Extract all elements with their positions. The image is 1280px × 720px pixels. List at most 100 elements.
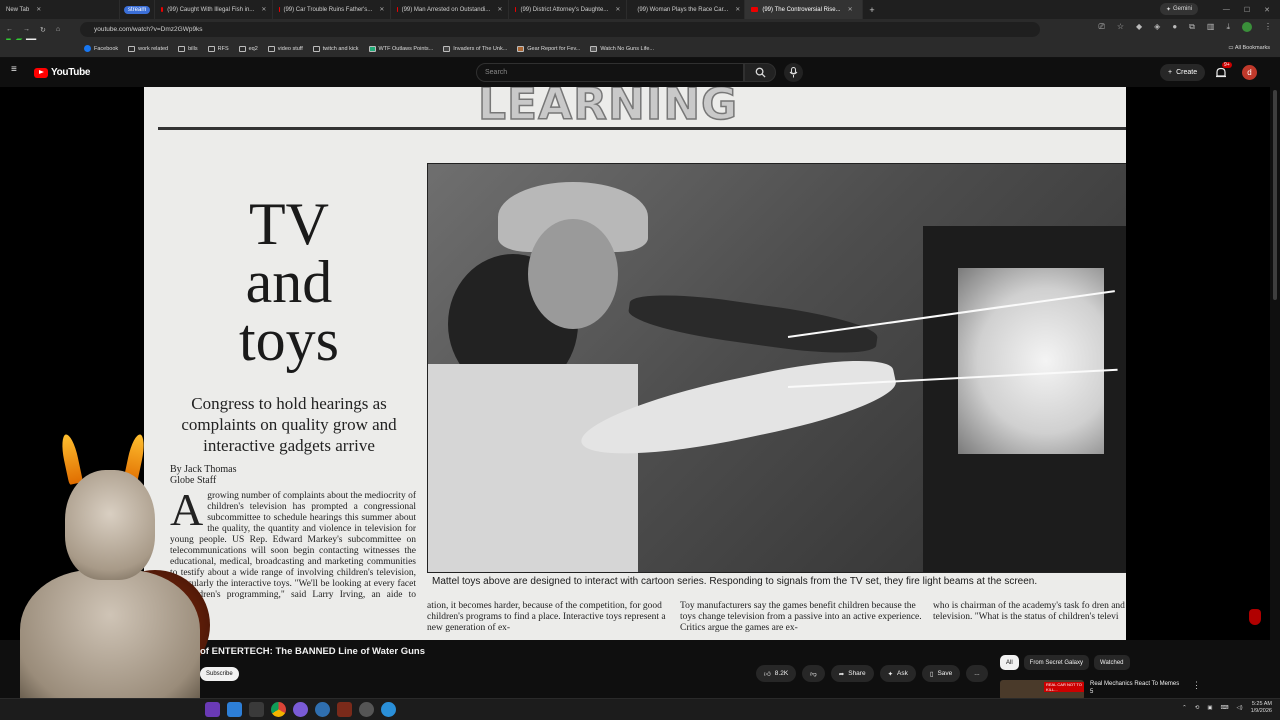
chip-label: All: [1006, 659, 1013, 666]
close-icon[interactable]: ✕: [615, 6, 620, 13]
tab-race-car[interactable]: (99) Woman Plays the Race Car... ✕: [627, 0, 746, 19]
bookmark-video-stuff[interactable]: video stuff: [267, 45, 303, 52]
download-icon[interactable]: ⤓: [1226, 22, 1230, 34]
tab-car-trouble[interactable]: (99) Car Trouble Ruins Father's... ✕: [273, 0, 392, 19]
bookmark-rfs[interactable]: RFS: [207, 45, 229, 52]
bookmark-bills[interactable]: bills: [178, 45, 198, 52]
bookmark-work-related[interactable]: work related: [128, 45, 168, 52]
settings-icon[interactable]: [359, 702, 374, 717]
search-button[interactable]: [744, 63, 776, 82]
voice-search-button[interactable]: [784, 63, 803, 82]
tab-stream[interactable]: stream: [120, 0, 156, 19]
bookmark-twitch-kick[interactable]: twitch and kick: [312, 45, 359, 52]
app-icon[interactable]: [227, 702, 242, 717]
extension-icon[interactable]: ◈: [1154, 22, 1160, 34]
close-icon[interactable]: ✕: [379, 6, 384, 13]
ask-button[interactable]: ✦ Ask: [879, 665, 916, 682]
chip-from-secret-galaxy[interactable]: From Secret Galaxy: [1023, 655, 1090, 670]
youtube-logo[interactable]: YouTube: [34, 67, 91, 78]
bookmark-label: Invaders of The Unk...: [453, 45, 508, 52]
page-scrollbar[interactable]: [1273, 90, 1277, 300]
recommended-title[interactable]: Real Mechanics React To Memes 5: [1090, 680, 1180, 700]
close-icon[interactable]: ✕: [735, 6, 740, 13]
extension-icon[interactable]: ●: [1172, 22, 1177, 34]
app-icon[interactable]: [381, 702, 396, 717]
folder-icon: [207, 45, 215, 52]
close-icon[interactable]: ✕: [261, 6, 266, 13]
bookmark-gear-report[interactable]: Gear Report for Fev...: [517, 45, 581, 52]
bookmark-invaders[interactable]: Invaders of The Unk...: [443, 45, 508, 52]
thumbnail-text: REAL CAR NOT TO KILL...: [1044, 682, 1084, 692]
chip-watched[interactable]: Watched: [1094, 655, 1130, 670]
menu-icon[interactable]: ⋮: [1264, 22, 1272, 34]
notification-badge: 9+: [1222, 62, 1232, 68]
create-button[interactable]: + Create: [1160, 64, 1206, 81]
tab-label: (99) Man Arrested on Outstandi...: [401, 6, 491, 13]
dislike-button[interactable]: 👎︎: [802, 665, 825, 682]
extension-icon[interactable]: ◆: [1136, 22, 1142, 34]
hamburger-menu-icon[interactable]: ≡: [11, 65, 21, 75]
app-icon[interactable]: ▣: [1207, 705, 1212, 711]
tab-controversial-rise[interactable]: (99) The Controversial Rise... ✕: [745, 0, 864, 19]
app-icon[interactable]: [315, 702, 330, 717]
star-icon[interactable]: ☆: [1117, 22, 1124, 34]
site-icon: [517, 45, 525, 52]
bookmark-eq2[interactable]: eq2: [238, 45, 258, 52]
chevron-up-icon[interactable]: ⌃: [1182, 705, 1187, 711]
tab-district-attorney[interactable]: (99) District Attorney's Daughte... ✕: [509, 0, 628, 19]
volume-icon[interactable]: ◁): [1237, 705, 1243, 711]
bookmark-no-guns-life[interactable]: Watch No Guns Life...: [590, 45, 654, 52]
bookmark-label: Gear Report for Fev...: [527, 45, 581, 52]
url-field[interactable]: youtube.com/watch?v=Dmz2GWp9ks: [80, 22, 1040, 37]
video-thumbnail[interactable]: REAL CAR NOT TO KILL...: [1000, 680, 1084, 700]
reload-icon[interactable]: ↻: [40, 26, 46, 34]
close-window-icon[interactable]: ✕: [1264, 6, 1270, 14]
network-icon[interactable]: ⌨: [1221, 705, 1229, 711]
close-icon[interactable]: ✕: [36, 6, 41, 13]
section-masthead: LEARNING: [477, 87, 739, 131]
search-input[interactable]: Search: [476, 63, 744, 82]
puzzle-icon[interactable]: ⧉: [1189, 22, 1195, 34]
tab-new-tab[interactable]: New Tab ✕: [0, 0, 120, 19]
browser-toolbar-icons: ⎚ ☆ ◆ ◈ ● ⧉ ▥ ⤓ ⋮: [1098, 22, 1272, 34]
like-button[interactable]: 👍︎ 8.2K: [756, 665, 797, 682]
sync-icon[interactable]: ⟲: [1195, 705, 1200, 711]
share-button[interactable]: ➦ Share: [830, 665, 874, 682]
cast-icon[interactable]: ⎚: [1098, 22, 1104, 34]
close-icon[interactable]: ✕: [848, 6, 853, 13]
file-explorer-icon[interactable]: [249, 702, 264, 717]
minimize-icon[interactable]: —: [1223, 6, 1230, 13]
home-icon[interactable]: ⌂: [56, 26, 60, 33]
gemini-button[interactable]: ✦ Gemini: [1159, 3, 1198, 15]
more-options-icon[interactable]: ⋮: [1192, 680, 1201, 691]
profile-icon[interactable]: [1242, 22, 1252, 34]
subscribe-button[interactable]: Subscribe: [200, 667, 239, 681]
tab-man-arrested[interactable]: (99) Man Arrested on Outstandi... ✕: [391, 0, 510, 19]
avatar[interactable]: d: [1242, 65, 1257, 80]
sidepanel-icon[interactable]: ▥: [1207, 22, 1215, 34]
close-icon[interactable]: ✕: [497, 6, 502, 13]
app-icon[interactable]: [205, 702, 220, 717]
more-actions-button[interactable]: ...: [966, 665, 988, 682]
save-button[interactable]: ▯ Save: [921, 665, 961, 682]
all-bookmarks-button[interactable]: ▭ All Bookmarks: [1228, 45, 1270, 51]
headline-line: toys: [238, 307, 340, 373]
clock[interactable]: 5:25 AM 1/9/2026: [1251, 701, 1272, 715]
new-tab-button[interactable]: +: [863, 0, 880, 19]
back-icon[interactable]: ←: [6, 26, 13, 33]
folder-icon: [267, 45, 275, 52]
app-icon[interactable]: [293, 702, 308, 717]
taskbar-apps: [205, 702, 396, 717]
tab-label: New Tab: [6, 6, 30, 13]
recommended-video[interactable]: REAL CAR NOT TO KILL... Real Mechanics R…: [1000, 680, 1180, 700]
bell-icon[interactable]: [1214, 66, 1228, 80]
chip-all[interactable]: All: [1000, 655, 1019, 670]
app-icon[interactable]: [337, 702, 352, 717]
bookmark-facebook[interactable]: Facebook: [84, 45, 118, 52]
bookmark-wtf-outlaws[interactable]: WTF Outlaws Points...: [368, 45, 433, 52]
maximize-icon[interactable]: ☐: [1244, 6, 1250, 14]
tab-caught-illegal-fish[interactable]: (99) Caught With Illegal Fish in... ✕: [155, 0, 274, 19]
system-tray: ⌃ ⟲ ▣ ⌨ ◁) 5:25 AM 1/9/2026: [1182, 701, 1272, 715]
chrome-icon[interactable]: [271, 702, 286, 717]
forward-icon[interactable]: →: [23, 26, 30, 33]
